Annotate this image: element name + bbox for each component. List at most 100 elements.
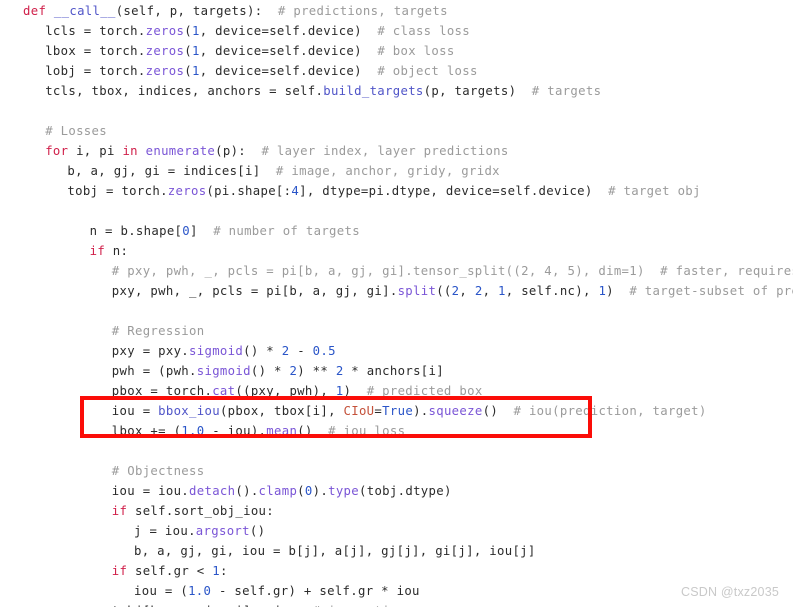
code-token: lbox = torch. xyxy=(45,44,146,58)
code-token: lbox += ( xyxy=(111,424,182,438)
code-token: , self.nc), xyxy=(505,284,599,298)
code-token: build_targets xyxy=(323,84,424,98)
code-line: pxy = pxy.sigmoid() * 2 - 0.5 xyxy=(0,341,793,361)
code-token: def xyxy=(23,4,47,18)
code-line: lbox += (1.0 - iou).mean() # iou loss xyxy=(0,421,793,441)
code-token: ], dtype=pi.dtype, device=self.device) xyxy=(299,184,609,198)
code-token: , xyxy=(459,284,475,298)
code-token: (). xyxy=(235,484,259,498)
code-token: 1.0 xyxy=(181,424,205,438)
code-token: clamp xyxy=(258,484,298,498)
code-token: sigmoid xyxy=(196,364,251,378)
code-line: iou = (1.0 - self.gr) + self.gr * iou xyxy=(0,581,793,601)
code-token: if xyxy=(111,504,128,518)
code-token: j = iou. xyxy=(134,524,196,538)
code-token: ) xyxy=(606,284,630,298)
code-token: # Objectness xyxy=(111,464,205,478)
code-token: (p): xyxy=(215,144,262,158)
code-token: () xyxy=(297,424,329,438)
code-token: __call__ xyxy=(53,4,116,18)
code-token: - xyxy=(289,344,313,358)
code-token: type xyxy=(328,484,359,498)
code-token: = xyxy=(374,404,383,418)
code-token: squeeze xyxy=(428,404,483,418)
code-token: # image, anchor, gridy, gridx xyxy=(275,164,500,178)
code-token: # layer index, layer predictions xyxy=(261,144,509,158)
code-token: # class loss xyxy=(377,24,471,38)
code-token: split xyxy=(397,284,437,298)
code-token: (self, p, targets): xyxy=(115,4,278,18)
code-line: tobj = torch.zeros(pi.shape[:4], dtype=p… xyxy=(0,181,793,201)
code-token: - self.gr) + self.gr * iou xyxy=(211,584,420,598)
code-line: tobj[b, a, gj, gi] = iou # iou ratio xyxy=(0,601,793,607)
code-token: zeros xyxy=(145,24,185,38)
code-line: lobj = torch.zeros(1, device=self.device… xyxy=(0,61,793,81)
code-line: lcls = torch.zeros(1, device=self.device… xyxy=(0,21,793,41)
code-token: # targets xyxy=(531,84,602,98)
code-token: ). xyxy=(312,484,329,498)
code-token: 2 xyxy=(335,364,344,378)
code-token: i, pi xyxy=(68,144,123,158)
code-line: pbox = torch.cat((pxy, pwh), 1) # predic… xyxy=(0,381,793,401)
code-token: # Losses xyxy=(45,124,107,138)
code-line: if n: xyxy=(0,241,793,261)
code-token: (pbox, tbox[i], xyxy=(219,404,344,418)
code-line: n = b.shape[0] # number of targets xyxy=(0,221,793,241)
code-token: zeros xyxy=(145,64,185,78)
code-token: 0 xyxy=(182,224,191,238)
code-token: b, a, gj, gi = indices[i] xyxy=(67,164,276,178)
code-token: 1 xyxy=(191,24,200,38)
code-token: sigmoid xyxy=(189,344,244,358)
code-token: 4 xyxy=(291,184,300,198)
code-token: 1 xyxy=(598,284,607,298)
code-line: if self.gr < 1: xyxy=(0,561,793,581)
code-token: bbox_iou xyxy=(158,404,220,418)
code-line: # pxy, pwh, _, pcls = pi[b, a, gj, gi].t… xyxy=(0,261,793,281)
code-token: ( xyxy=(184,24,192,38)
code-token: zeros xyxy=(145,44,185,58)
code-token: if xyxy=(89,244,106,258)
code-token: mean xyxy=(266,424,298,438)
code-line: # Regression xyxy=(0,321,793,341)
code-token: # predicted box xyxy=(366,384,483,398)
code-token: # predictions, targets xyxy=(277,4,448,18)
code-line: iou = bbox_iou(pbox, tbox[i], CIoU=True)… xyxy=(0,401,793,421)
code-token: if xyxy=(111,564,128,578)
code-line: pwh = (pwh.sigmoid() * 2) ** 2 * anchors… xyxy=(0,361,793,381)
code-token: enumerate xyxy=(145,144,216,158)
code-token: , device=self.device) xyxy=(199,44,378,58)
code-token: ( xyxy=(184,64,192,78)
code-line: iou = iou.detach().clamp(0).type(tobj.dt… xyxy=(0,481,793,501)
code-token: # number of targets xyxy=(213,224,360,238)
code-token: CIoU xyxy=(343,404,375,418)
code-token: 1 xyxy=(191,64,200,78)
code-token: 1 xyxy=(498,284,506,298)
code-token: ). xyxy=(413,404,429,418)
code-token: # iou(prediction, target) xyxy=(513,404,707,418)
code-token: for xyxy=(45,144,69,158)
code-token: # target-subset of predictions xyxy=(629,284,793,298)
code-token: pxy = pxy. xyxy=(111,344,190,358)
code-token: iou = ( xyxy=(134,584,189,598)
code-token: () xyxy=(249,524,266,538)
code-token: ) xyxy=(343,384,367,398)
code-token: , xyxy=(482,284,499,298)
code-token: # iou loss xyxy=(328,424,406,438)
code-line: if self.sort_obj_iou: xyxy=(0,501,793,521)
code-token: lcls = torch. xyxy=(45,24,146,38)
code-token: 1 xyxy=(212,564,220,578)
code-token: ] xyxy=(190,224,214,238)
code-token: - iou). xyxy=(204,424,267,438)
code-block: def __call__(self, p, targets): # predic… xyxy=(0,0,793,607)
code-line: # Losses xyxy=(0,121,793,141)
code-token: iou = xyxy=(111,404,159,418)
code-token: tobj = torch. xyxy=(67,184,168,198)
code-token: , device=self.device) xyxy=(199,64,378,78)
code-line: b, a, gj, gi = indices[i] # image, ancho… xyxy=(0,161,793,181)
code-token: True xyxy=(382,404,414,418)
code-line: lbox = torch.zeros(1, device=self.device… xyxy=(0,41,793,61)
